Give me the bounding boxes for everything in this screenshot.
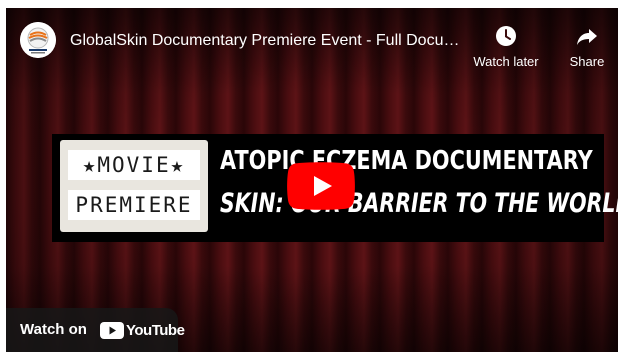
documentary-subtitle: SKIN: OUR BARRIER TO THE WORLD xyxy=(220,188,618,219)
video-title[interactable]: GlobalSkin Documentary Premiere Event - … xyxy=(70,32,460,50)
share-arrow-icon xyxy=(577,29,597,45)
documentary-headline: ATOPIC ECZEMA DOCUMENTARY xyxy=(220,146,593,176)
watch-later-label: Watch later xyxy=(473,54,539,69)
video-player[interactable]: GlobalSkin Documentary Premiere Event - … xyxy=(6,8,618,352)
youtube-logo-icon xyxy=(100,322,124,339)
youtube-logo: YouTube xyxy=(100,322,185,340)
share-label: Share xyxy=(569,54,605,69)
play-button[interactable] xyxy=(287,162,355,210)
globe-logo-icon xyxy=(20,22,56,58)
share-button[interactable]: Share xyxy=(562,24,612,69)
watch-later-button[interactable]: Watch later xyxy=(466,24,546,69)
watch-on-youtube-button[interactable]: Watch on YouTube xyxy=(6,308,185,352)
lightbox-line-movie: ★MOVIE★ xyxy=(68,150,200,180)
channel-avatar[interactable] xyxy=(20,22,56,58)
watch-on-label: Watch on xyxy=(20,321,87,338)
clock-icon xyxy=(496,26,516,46)
play-icon xyxy=(287,162,355,210)
movie-premiere-lightbox: ★MOVIE★ PREMIERE xyxy=(60,140,208,232)
player-header: GlobalSkin Documentary Premiere Event - … xyxy=(6,8,618,78)
lightbox-line-premiere: PREMIERE xyxy=(68,190,200,220)
youtube-logo-text: YouTube xyxy=(126,322,185,339)
